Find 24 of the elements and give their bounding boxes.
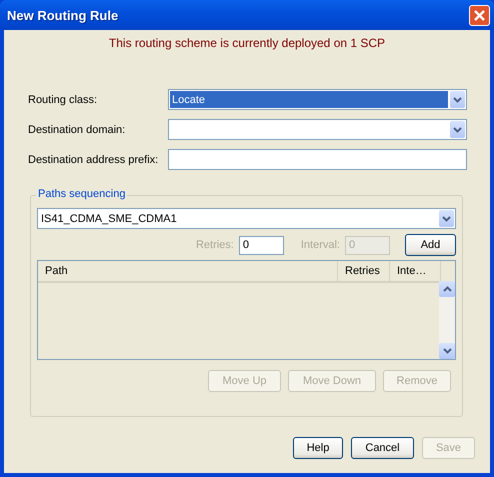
column-header[interactable]: Retries [338,261,390,281]
dropdown-field[interactable] [168,119,467,140]
scrollbar[interactable] [439,281,455,359]
field-label: Destination address prefix: [28,154,160,166]
number-field[interactable]: 0 [238,236,284,254]
deployment-notice: This routing scheme is currently deployed on 1 SCP [108,36,386,52]
close-icon [473,8,486,22]
field-label: Destination domain: [28,124,126,136]
column-header[interactable]: Inte… [390,261,441,281]
column-header[interactable]: Path [38,261,338,281]
dialog-button[interactable]: Cancel [351,437,414,459]
field-label: Interval: [300,239,340,251]
dropdown-field[interactable]: Locate [168,89,467,110]
scroll-up-icon[interactable] [439,281,455,297]
text-field[interactable] [168,149,467,170]
close-button[interactable] [469,4,490,26]
window-title: New Routing Rule [7,8,118,22]
field-label: Retries: [196,239,234,251]
field-label: Routing class: [28,94,98,106]
group-title: Paths sequencing [36,188,128,200]
add-button[interactable]: Add [405,234,456,256]
dialog-button[interactable]: Help [293,437,343,459]
scroll-down-icon[interactable] [439,343,455,359]
dropdown-field[interactable]: IS41_CDMA_SME_CDMA1 [37,208,456,229]
